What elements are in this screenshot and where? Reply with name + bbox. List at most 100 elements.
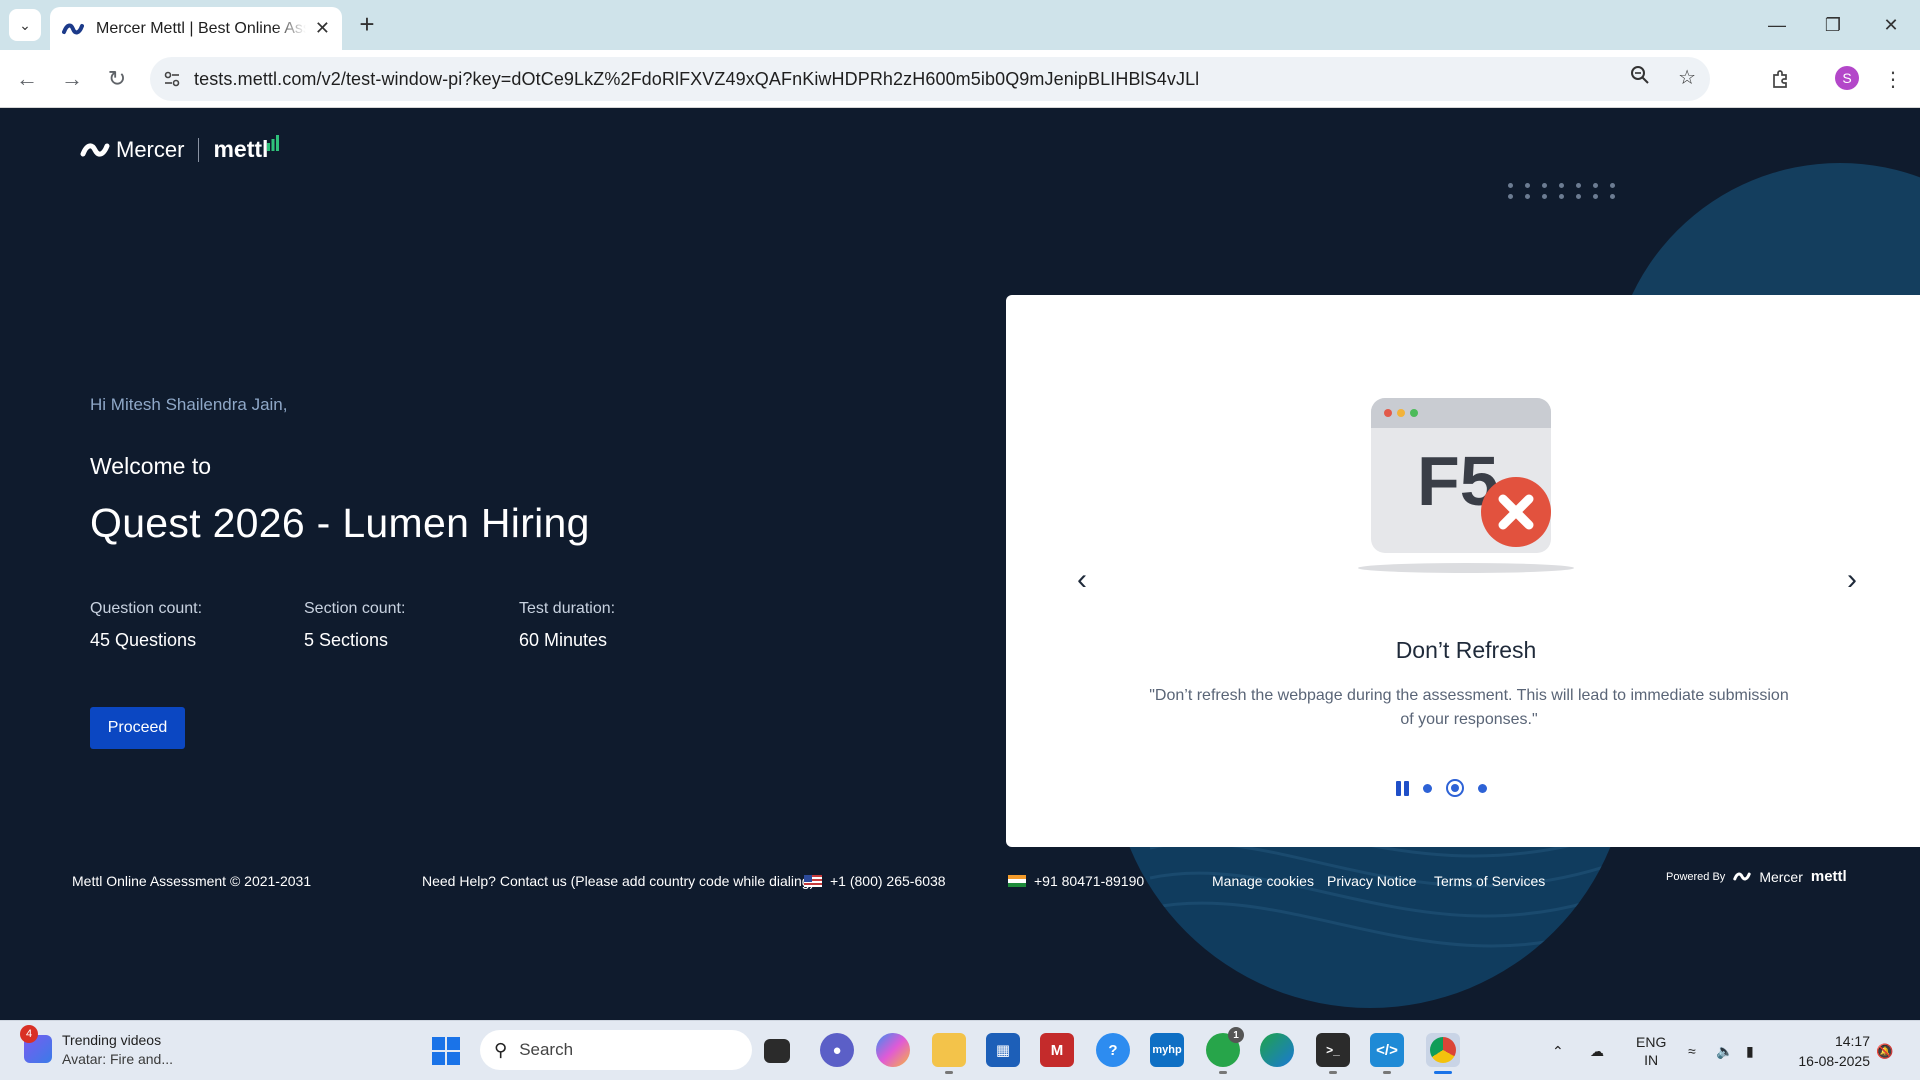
vscode-icon[interactable]: </> [1370,1033,1404,1067]
mcafee-icon[interactable]: M [1040,1033,1074,1067]
task-view-icon[interactable] [764,1039,790,1063]
show-hidden-icons[interactable]: ⌃ [1552,1021,1564,1080]
notifications-bell-icon[interactable]: 🔕 [1876,1021,1893,1080]
language-line1: ENG [1636,1034,1667,1050]
explorer-indicator [945,1071,953,1074]
test-duration-stat: Test duration: 60 Minutes [519,600,615,651]
logo-divider [198,137,200,162]
volume-icon[interactable]: 🔈 [1716,1021,1733,1080]
chevron-right-icon: › [1847,563,1857,596]
extensions-icon[interactable] [1764,62,1798,96]
powered-by-logo: Powered By Mercer mettl [1666,868,1847,885]
news-title: Trending videos [62,1032,162,1048]
myhp-icon[interactable]: myhp [1150,1033,1184,1067]
us-phone-number: +1 (800) 265-6038 [830,873,946,889]
battery-icon[interactable]: ▮ [1746,1021,1754,1080]
copilot-icon[interactable] [876,1033,910,1067]
teams-meet-icon[interactable]: ● [820,1033,854,1067]
language-indicator[interactable]: ENG IN [1636,1021,1666,1080]
news-badge: 4 [20,1025,38,1043]
edge-icon[interactable] [1260,1033,1294,1067]
chrome-indicator [1434,1071,1452,1074]
carousel-dot-3[interactable] [1478,783,1487,793]
proceed-button[interactable]: Proceed [90,707,185,749]
logo-mettl-text: mettl [213,136,269,162]
help-icon[interactable]: ? [1096,1033,1130,1067]
arrow-left-icon: ← [16,66,38,91]
site-info-icon[interactable] [150,70,194,88]
browser-toolbar: ← → ↻ tests.mettl.com/v2/test-window-pi?… [0,50,1920,108]
windows-start-icon[interactable] [432,1037,460,1065]
logo-mercer-text: Mercer [116,136,185,162]
taskbar-clock[interactable]: 14:17 16-08-2025 [1784,1031,1870,1071]
stat-label: Section count: [304,600,406,617]
file-explorer-icon[interactable] [932,1033,966,1067]
terminal-icon[interactable]: >_ [1316,1033,1350,1067]
chrome-icon[interactable] [1426,1033,1460,1067]
forward-button[interactable]: → [55,62,89,96]
news-widget-icon: 4 [20,1025,52,1063]
mercer-mettl-logo: Mercer mettl [80,134,280,163]
us-flag-icon [804,875,822,887]
clock-date: 16-08-2025 [1798,1053,1870,1069]
whatsapp-icon[interactable]: 1 [1206,1027,1244,1067]
mercer-favicon-icon [62,23,84,34]
us-phone[interactable]: +1 (800) 265-6038 [804,873,946,889]
carousel-prev-button[interactable]: ‹ [1067,563,1097,596]
tab-search-button[interactable]: ⌄ [9,9,41,41]
bookmark-star-icon[interactable]: ☆ [1678,65,1696,91]
search-icon: ⚲ [494,1039,508,1060]
india-phone-number: +91 80471-89190 [1034,873,1145,889]
taskbar-search[interactable]: ⚲ Search [480,1030,752,1070]
no-refresh-illustration: F5 [1351,390,1581,585]
carousel-controls [1396,779,1487,797]
close-window-button[interactable]: ✕ [1866,8,1916,42]
zoom-icon[interactable] [1630,65,1650,91]
carousel-slide-description: "Don’t refresh the webpage during the as… [1149,687,1789,728]
terms-link[interactable]: Terms of Services [1434,873,1545,889]
carousel-next-button[interactable]: › [1837,563,1867,596]
copyright-text: Mettl Online Assessment © 2021-2031 [72,873,312,889]
tab-title: Mercer Mettl | Best Online Assessment [96,19,306,37]
stat-value: 45 Questions [90,630,197,650]
help-text: Need Help? Contact us (Please add countr… [422,873,815,889]
stat-value: 5 Sections [304,630,389,650]
carousel-dot-1[interactable] [1423,783,1432,793]
stat-label: Test duration: [519,600,616,617]
stat-value: 60 Minutes [519,630,608,650]
wifi-icon[interactable]: ≈ [1688,1021,1696,1080]
language-line2: IN [1644,1052,1659,1068]
address-bar[interactable]: tests.mettl.com/v2/test-window-pi?key=dO… [150,57,1710,101]
onedrive-icon[interactable]: ☁ [1590,1021,1604,1080]
new-tab-button[interactable]: + [352,10,382,40]
restore-button[interactable]: ❐ [1808,8,1858,42]
question-count-stat: Question count: 45 Questions [90,600,202,651]
manage-cookies-link[interactable]: Manage cookies [1212,873,1314,889]
powered-mercer-text: Mercer [1759,868,1803,885]
windows-taskbar: 4 Trending videos Avatar: Fire and... ⚲ … [0,1020,1920,1080]
browser-menu-icon[interactable]: ⋮ [1876,62,1910,96]
india-phone[interactable]: +91 80471-89190 [1008,873,1144,889]
carousel-slide-title: Don’t Refresh [1395,637,1537,663]
india-flag-icon [1008,875,1026,887]
privacy-notice-link[interactable]: Privacy Notice [1327,873,1416,889]
carousel-dot-2[interactable] [1446,779,1464,797]
profile-avatar[interactable]: S [1835,66,1859,90]
whatsapp-badge: 1 [1228,1027,1244,1043]
close-tab-icon[interactable]: ✕ [315,18,330,39]
minimize-button[interactable]: — [1752,8,1802,42]
clock-time: 14:17 [1834,1033,1870,1049]
news-subtitle: Avatar: Fire and... [62,1051,174,1067]
vscode-indicator [1383,1071,1391,1074]
microsoft-store-icon[interactable]: ▦ [986,1033,1020,1067]
reload-button[interactable]: ↻ [100,62,134,96]
whatsapp-indicator [1219,1071,1227,1074]
pause-icon[interactable] [1396,780,1409,796]
instructions-carousel: ‹ › F5 Don’t Refresh "Don’t refresh the … [1006,295,1920,847]
mettl-bars-icon [267,134,280,151]
mercer-logo-small-icon [1733,872,1752,881]
back-button[interactable]: ← [10,62,44,96]
browser-tab[interactable]: Mercer Mettl | Best Online Assessment ✕ [50,7,342,50]
arrow-right-icon: → [61,66,83,91]
news-widget[interactable]: 4 Trending videos Avatar: Fire and... [20,1025,174,1069]
